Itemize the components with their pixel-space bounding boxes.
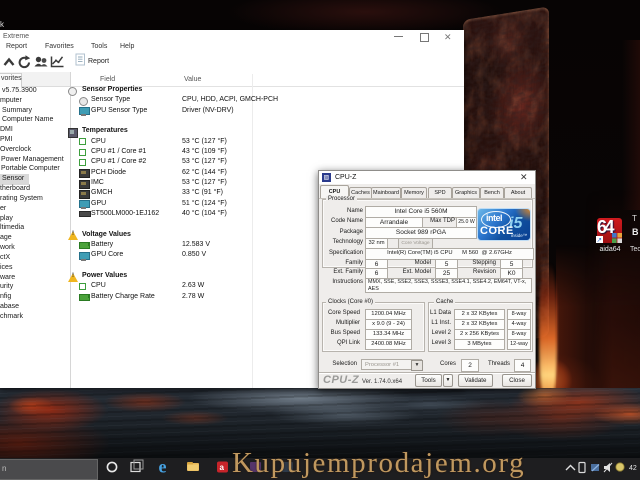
svg-text:42: 42 <box>629 465 637 472</box>
svg-text:e: e <box>159 458 167 477</box>
svg-text:a: a <box>220 463 225 472</box>
